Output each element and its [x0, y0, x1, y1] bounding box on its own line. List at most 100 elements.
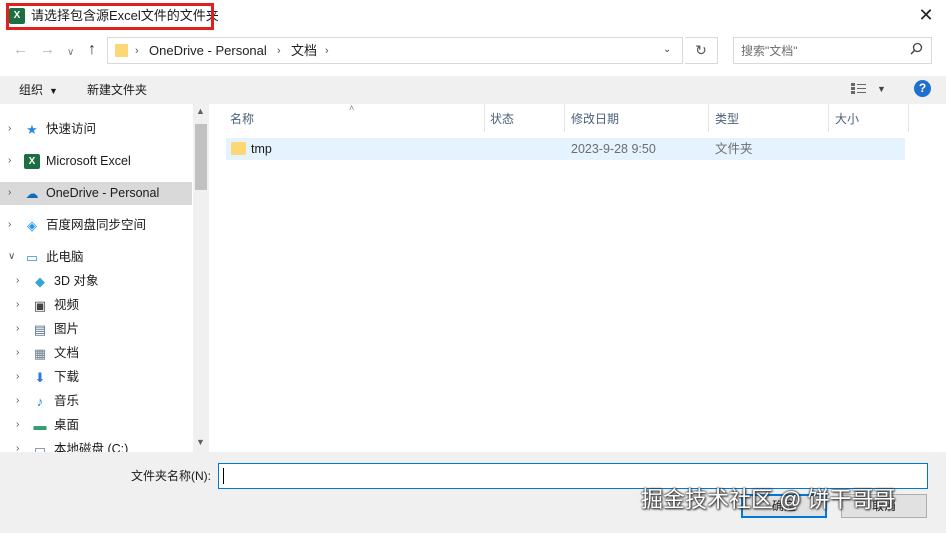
sidebar-item[interactable]: › ▤ 图片 [0, 318, 192, 341]
sidebar-item[interactable]: › ◈ 百度网盘同步空间 [0, 214, 192, 237]
search-placeholder: 搜索"文档" [741, 44, 798, 58]
sidebar-item[interactable]: › ◆ 3D 对象 [0, 270, 192, 293]
sidebar-scrollbar[interactable]: ▲ ▼ [193, 104, 209, 452]
scrollbar-thumb[interactable] [195, 124, 207, 190]
column-header-name[interactable]: 名称 [230, 112, 254, 127]
sidebar-item-label: 桌面 [54, 418, 80, 432]
search-box[interactable]: 搜索"文档" [733, 37, 932, 64]
desktop-icon: ▬ [33, 418, 47, 433]
excel-icon: X [24, 154, 40, 169]
scroll-up-icon[interactable]: ▲ [196, 106, 205, 116]
up-button[interactable]: ↑ [88, 42, 96, 58]
documents-icon: ▦ [33, 346, 47, 361]
address-bar[interactable]: › OneDrive - Personal › 文档 › ⌄ [107, 37, 683, 64]
folder-name-label: 文件夹名称(N): [131, 469, 211, 483]
column-divider[interactable] [908, 104, 909, 132]
sidebar-item[interactable]: ∨ ▭ 此电脑 [0, 246, 192, 269]
column-divider[interactable] [564, 104, 565, 132]
sidebar-item[interactable]: › X Microsoft Excel [0, 150, 192, 173]
breadcrumb-separator[interactable]: › [277, 43, 281, 59]
sidebar-item[interactable]: › ▬ 桌面 [0, 414, 192, 437]
column-header-modified[interactable]: 修改日期 [571, 112, 619, 127]
sidebar-item-label: OneDrive - Personal [46, 186, 160, 200]
chevron-right-icon[interactable]: › [16, 371, 19, 383]
close-button[interactable]: ✕ [906, 0, 946, 32]
refresh-button[interactable]: ↻ [685, 37, 718, 64]
chevron-right-icon[interactable]: › [16, 443, 19, 452]
help-button[interactable]: ? [914, 80, 931, 97]
chevron-right-icon[interactable]: › [16, 299, 19, 311]
view-options-dropdown[interactable]: ▼ [877, 84, 886, 94]
computer-icon: ▭ [25, 250, 39, 265]
back-button[interactable]: ← [13, 42, 28, 58]
file-name: tmp [251, 142, 272, 156]
baidu-sync-icon: ◈ [27, 218, 37, 233]
column-header-status[interactable]: 状态 [490, 112, 514, 127]
file-type: 文件夹 [715, 142, 753, 156]
chevron-down-icon[interactable]: ⌄ [663, 44, 671, 55]
sidebar-item-label: 文档 [54, 346, 80, 360]
new-folder-button[interactable]: 新建文件夹 [87, 82, 147, 98]
sidebar-item[interactable]: › ♪ 音乐 [0, 390, 192, 413]
forward-button[interactable]: → [40, 42, 55, 58]
chevron-right-icon[interactable]: › [16, 347, 19, 359]
column-header-size[interactable]: 大小 [835, 112, 859, 127]
watermark: 掘金技术社区 @ 饼干哥哥 [641, 487, 896, 512]
sidebar-item[interactable]: › ▦ 文档 [0, 342, 192, 365]
column-divider[interactable] [484, 104, 485, 132]
sidebar-item-label: 百度网盘同步空间 [46, 218, 147, 232]
sidebar-item-label: 视频 [54, 298, 80, 312]
sidebar-item[interactable]: › ▣ 视频 [0, 294, 192, 317]
view-list-icon[interactable] [851, 82, 867, 98]
chevron-right-icon[interactable]: › [8, 123, 11, 135]
3d-objects-icon: ◆ [35, 274, 45, 289]
sidebar-item[interactable]: › ⬇ 下载 [0, 366, 192, 389]
chevron-down-icon[interactable]: ∨ [8, 251, 15, 263]
breadcrumb-separator[interactable]: › [135, 43, 139, 59]
close-icon: ✕ [918, 5, 934, 25]
sidebar-item-label: Microsoft Excel [46, 154, 131, 168]
sidebar-item[interactable]: › ★ 快速访问 [0, 118, 192, 141]
sidebar-item-label: 下载 [54, 370, 80, 384]
sidebar-item[interactable]: › ☁ OneDrive - Personal [0, 182, 192, 205]
navigation-pane[interactable]: › ★ 快速访问 › X Microsoft Excel › ☁ OneDrive - Pers… [0, 104, 192, 452]
recent-locations-button[interactable]: ∨ [67, 45, 74, 61]
column-header-type[interactable]: 类型 [715, 112, 739, 127]
title-highlight-box [6, 3, 214, 30]
sidebar-item-label: 图片 [54, 322, 80, 336]
download-icon: ⬇ [34, 370, 46, 385]
folder-icon [231, 142, 246, 155]
sidebar-item[interactable]: › ▭ 本地磁盘 (C:) [0, 438, 192, 452]
sidebar-item-label: 3D 对象 [54, 274, 99, 288]
chevron-right-icon[interactable]: › [16, 419, 19, 431]
chevron-right-icon[interactable]: › [8, 219, 11, 231]
scroll-down-icon[interactable]: ▼ [196, 437, 205, 447]
sort-ascending-icon: ˄ [349, 103, 355, 113]
text-caret [223, 468, 224, 484]
table-row[interactable]: tmp 2023-9-28 9:50 文件夹 [226, 138, 905, 160]
breadcrumb-onedrive[interactable]: OneDrive - Personal [149, 43, 267, 59]
column-divider[interactable] [828, 104, 829, 132]
sidebar-item-label: 此电脑 [46, 250, 84, 264]
sidebar-item-label: 本地磁盘 (C:) [54, 442, 129, 452]
chevron-right-icon[interactable]: › [8, 155, 11, 167]
refresh-icon: ↻ [695, 42, 707, 58]
file-list[interactable]: ˄ 名称 状态 修改日期 类型 大小 tmp 2023-9-28 9:50 文件… [210, 103, 946, 452]
chevron-right-icon[interactable]: › [16, 395, 19, 407]
sidebar-item-label: 音乐 [54, 394, 80, 408]
sidebar-item-label: 快速访问 [46, 122, 97, 136]
folder-icon [115, 44, 128, 57]
breadcrumb-documents[interactable]: 文档 [291, 43, 317, 59]
breadcrumb-separator[interactable]: › [325, 43, 329, 59]
file-modified: 2023-9-28 9:50 [571, 142, 656, 156]
column-divider[interactable] [708, 104, 709, 132]
chevron-right-icon[interactable]: › [16, 275, 19, 287]
chevron-right-icon[interactable]: › [16, 323, 19, 335]
star-icon: ★ [26, 122, 38, 137]
search-icon[interactable] [910, 42, 923, 58]
music-icon: ♪ [36, 394, 44, 409]
chevron-right-icon[interactable]: › [8, 187, 11, 199]
title-bar: X 请选择包含源Excel文件的文件夹 ✕ [0, 0, 946, 32]
video-icon: ▣ [33, 298, 47, 313]
organize-button[interactable]: 组织 ▼ [19, 82, 58, 99]
